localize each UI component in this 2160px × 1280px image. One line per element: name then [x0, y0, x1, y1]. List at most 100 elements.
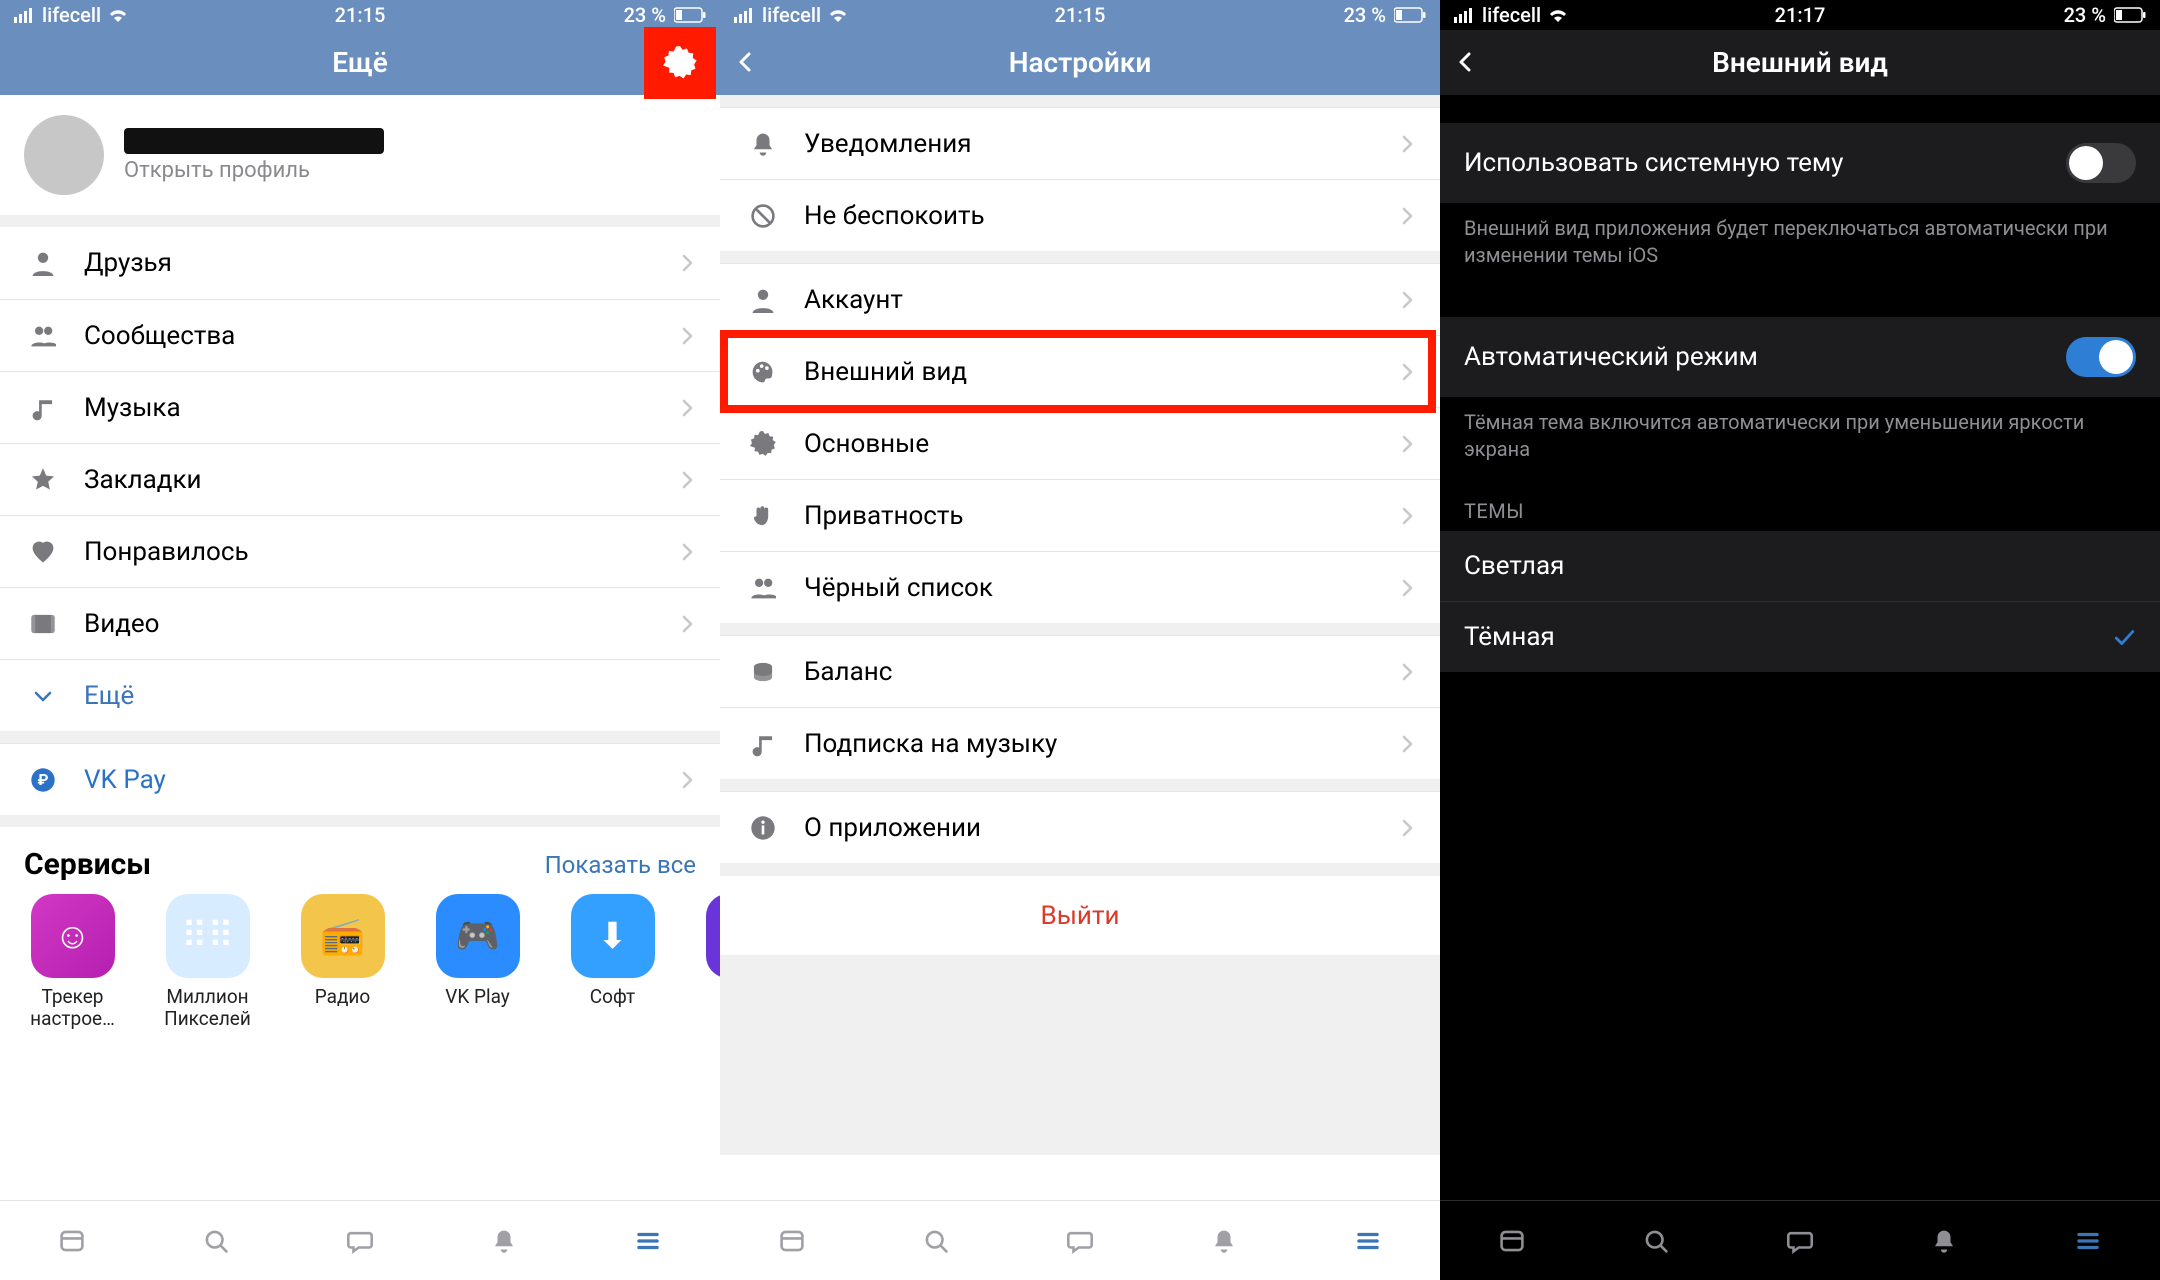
status-bar: lifecell 21:15 23 %	[720, 0, 1440, 30]
battery-icon	[2114, 6, 2146, 24]
tab-feed[interactable]	[777, 1228, 807, 1254]
vk-pay-row[interactable]: VK Pay	[0, 743, 720, 815]
time-label: 21:15	[1055, 3, 1106, 27]
settings-row-user[interactable]: Аккаунт	[720, 263, 1440, 335]
menu-row-video[interactable]: Видео	[0, 587, 720, 659]
tab-feed[interactable]	[57, 1228, 87, 1254]
tab-bar	[0, 1200, 720, 1280]
signal-icon	[1454, 7, 1474, 23]
service-icon: ▲	[706, 894, 721, 978]
tab-feed[interactable]	[1497, 1228, 1527, 1254]
services-title: Сервисы	[24, 847, 151, 882]
service-label: Ораку	[695, 986, 720, 1008]
logout-button[interactable]: Выйти	[720, 875, 1440, 955]
services-header: Сервисы Показать все	[0, 827, 720, 894]
status-bar: lifecell 21:17 23 %	[1440, 0, 2160, 30]
chevron-right-icon	[678, 614, 696, 634]
show-all-link[interactable]: Показать все	[545, 851, 696, 879]
service-item[interactable]: ☺ Трекер настрое…	[20, 894, 125, 1030]
services-row: ☺ Трекер настрое… ⠿⠿ Миллион Пикселей 📻 Ра…	[0, 894, 720, 1042]
chevron-right-icon	[1398, 662, 1416, 682]
settings-row-dnd[interactable]: Не беспокоить	[720, 179, 1440, 251]
chevron-right-icon	[1398, 206, 1416, 226]
chevron-right-icon	[1398, 506, 1416, 526]
menu-row-music[interactable]: Музыка	[0, 371, 720, 443]
tab-menu[interactable]	[633, 1228, 663, 1254]
screen-appearance: lifecell 21:17 23 % Внешний вид Использо…	[1440, 0, 2160, 1280]
menu-label: Видео	[84, 609, 678, 639]
menu-label: Сообщества	[84, 321, 678, 351]
theme-option[interactable]: Светлая	[1440, 531, 2160, 601]
back-button[interactable]	[1456, 30, 1478, 95]
tab-search[interactable]	[1641, 1228, 1671, 1254]
service-item[interactable]: ⬇ Софт	[560, 894, 665, 1030]
more-expand-row[interactable]: Ещё	[0, 659, 720, 731]
tab-notifications[interactable]	[1209, 1228, 1239, 1254]
menu-row-user[interactable]: Друзья	[0, 227, 720, 299]
wifi-icon	[829, 8, 847, 22]
settings-label: Приватность	[804, 501, 1398, 531]
settings-row-hand[interactable]: Приватность	[720, 479, 1440, 551]
system-theme-toggle[interactable]	[2066, 143, 2136, 183]
video-icon	[24, 611, 62, 637]
settings-label: Чёрный список	[804, 573, 1398, 603]
tab-notifications[interactable]	[1929, 1228, 1959, 1254]
tab-search[interactable]	[201, 1228, 231, 1254]
tab-notifications[interactable]	[489, 1228, 519, 1254]
auto-mode-toggle[interactable]	[2066, 337, 2136, 377]
menu-row-heart[interactable]: Понравилось	[0, 515, 720, 587]
screen-settings: lifecell 21:15 23 % Настройки Уведомлени…	[720, 0, 1440, 1280]
service-icon: ☺	[31, 894, 115, 978]
settings-row-info[interactable]: О приложении	[720, 791, 1440, 863]
settings-row-coins[interactable]: Баланс	[720, 635, 1440, 707]
chevron-right-icon	[1398, 734, 1416, 754]
ruble-icon	[24, 767, 62, 793]
page-title: Внешний вид	[1712, 46, 1888, 79]
time-label: 21:17	[1775, 3, 1826, 27]
service-item[interactable]: ▲ Ораку	[695, 894, 720, 1030]
tab-menu[interactable]	[1353, 1228, 1383, 1254]
service-label: Радио	[290, 986, 395, 1008]
auto-mode-row[interactable]: Автоматический режим	[1440, 317, 2160, 397]
settings-button[interactable]	[644, 27, 716, 99]
menu-row-star[interactable]: Закладки	[0, 443, 720, 515]
settings-row-group[interactable]: Чёрный список	[720, 551, 1440, 623]
profile-row[interactable]: Открыть профиль	[0, 95, 720, 215]
service-item[interactable]: ⠿⠿ Миллион Пикселей	[155, 894, 260, 1030]
settings-row-palette[interactable]: Внешний вид	[720, 335, 1440, 407]
tab-messages[interactable]	[1065, 1228, 1095, 1254]
music-icon	[24, 395, 62, 421]
service-item[interactable]: 📻 Радио	[290, 894, 395, 1030]
theme-option[interactable]: Тёмная	[1440, 601, 2160, 672]
chevron-down-icon	[24, 686, 62, 706]
chevron-right-icon	[678, 253, 696, 273]
settings-row-bell[interactable]: Уведомления	[720, 107, 1440, 179]
battery-icon	[674, 6, 706, 24]
tab-messages[interactable]	[1785, 1228, 1815, 1254]
status-bar: lifecell 21:15 23 %	[0, 0, 720, 30]
tab-search[interactable]	[921, 1228, 951, 1254]
back-button[interactable]	[736, 30, 758, 95]
chevron-right-icon	[678, 398, 696, 418]
battery-label: 23 %	[1344, 3, 1386, 27]
menu-row-group[interactable]: Сообщества	[0, 299, 720, 371]
service-label: Софт	[560, 986, 665, 1008]
page-title: Настройки	[1009, 46, 1152, 79]
system-theme-row[interactable]: Использовать системную тему	[1440, 123, 2160, 203]
battery-icon	[1394, 6, 1426, 24]
service-item[interactable]: 🎮 VK Play	[425, 894, 530, 1030]
screen-more: lifecell 21:15 23 % Ещё Открыть профиль …	[0, 0, 720, 1280]
tab-menu[interactable]	[2073, 1228, 2103, 1254]
header: Ещё	[0, 30, 720, 95]
chevron-right-icon	[1398, 290, 1416, 310]
info-icon	[744, 815, 782, 841]
menu-label: Закладки	[84, 465, 678, 495]
page-title: Ещё	[332, 46, 388, 79]
settings-row-music[interactable]: Подписка на музыку	[720, 707, 1440, 779]
signal-icon	[734, 7, 754, 23]
more-label: Ещё	[84, 681, 696, 711]
music-icon	[744, 731, 782, 757]
carrier-label: lifecell	[762, 3, 821, 27]
tab-messages[interactable]	[345, 1228, 375, 1254]
settings-row-gear[interactable]: Основные	[720, 407, 1440, 479]
